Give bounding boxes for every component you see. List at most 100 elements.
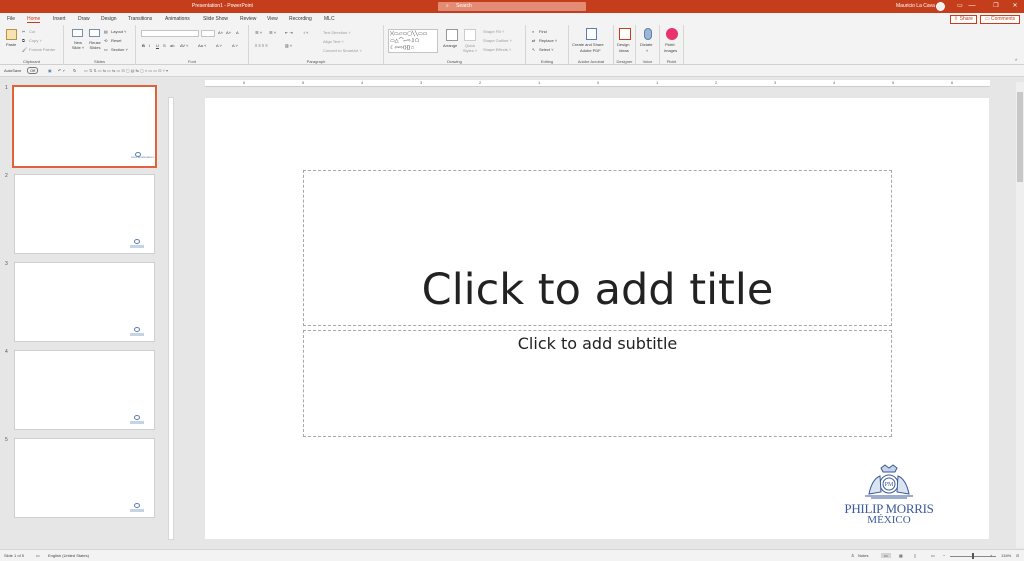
replace-icon[interactable]: ⇄ bbox=[532, 38, 535, 43]
new-slide-icon[interactable] bbox=[72, 29, 83, 37]
slide-thumbnail[interactable] bbox=[14, 174, 155, 254]
save-icon[interactable]: ▣ bbox=[48, 68, 52, 73]
font-size-select[interactable] bbox=[201, 30, 215, 37]
zoom-out-button[interactable]: − bbox=[943, 553, 945, 558]
paintbrush-icon[interactable]: 🖌 bbox=[22, 47, 27, 52]
subtitle-placeholder[interactable]: Click to add subtitle bbox=[303, 330, 892, 437]
paste-button[interactable]: Paste bbox=[6, 42, 16, 47]
undo-icon[interactable]: ↶ ˅ bbox=[58, 68, 65, 73]
tab-view[interactable]: View bbox=[267, 16, 278, 22]
paste-icon[interactable] bbox=[6, 29, 17, 40]
design-ideas-icon[interactable] bbox=[619, 28, 631, 40]
arrange-icon[interactable] bbox=[446, 29, 458, 41]
slide-thumbnail[interactable] bbox=[14, 350, 155, 430]
notes-icon[interactable]: ≙ bbox=[851, 553, 854, 558]
arrange-button[interactable]: Arrange bbox=[443, 43, 457, 48]
pickit-images-button[interactable]: Pickit bbox=[665, 42, 675, 47]
numbering-icon[interactable]: ☰ ˅ bbox=[269, 30, 276, 35]
reading-view-icon[interactable]: ▯ bbox=[914, 553, 916, 558]
zoom-slider-thumb[interactable] bbox=[972, 553, 974, 559]
section-button[interactable]: Section ˅ bbox=[111, 47, 128, 52]
pickit-images-button-line2[interactable]: Images bbox=[664, 48, 677, 53]
title-placeholder[interactable]: Click to add title bbox=[303, 170, 892, 326]
text-shadow-button[interactable]: ab bbox=[170, 43, 174, 48]
underline-button[interactable]: U bbox=[156, 43, 159, 48]
tab-mlc[interactable]: MLC bbox=[324, 16, 335, 22]
text-direction-button[interactable]: Text Direction ˅ bbox=[323, 30, 351, 35]
layout-icon[interactable]: ▤ bbox=[104, 29, 108, 34]
collapse-ribbon-icon[interactable]: ˄ bbox=[1015, 57, 1017, 62]
align-text-button[interactable]: Align Text ˅ bbox=[323, 39, 344, 44]
tab-slide-show[interactable]: Slide Show bbox=[203, 16, 228, 22]
reuse-slides-button[interactable]: Reuse Slides bbox=[87, 40, 103, 50]
redo-icon[interactable]: ↻ bbox=[73, 68, 76, 73]
microphone-icon[interactable] bbox=[644, 28, 652, 40]
design-ideas-button[interactable]: Design bbox=[617, 42, 629, 47]
pickit-icon[interactable] bbox=[666, 28, 678, 40]
tab-insert[interactable]: Insert bbox=[53, 16, 66, 22]
scrollbar-thumb[interactable] bbox=[1017, 92, 1023, 182]
smartart-button[interactable]: Convert to SmartArt ˅ bbox=[323, 48, 362, 53]
restore-button[interactable]: ❐ bbox=[989, 2, 1003, 9]
tab-home[interactable]: Home bbox=[27, 16, 41, 23]
reset-icon[interactable]: ⟲ bbox=[104, 38, 107, 43]
language-label[interactable]: English (United States) bbox=[48, 553, 89, 558]
slide-canvas[interactable]: Click to add title Click to add subtitle… bbox=[205, 98, 989, 539]
tab-transitions[interactable]: Transitions bbox=[128, 16, 152, 22]
tab-draw[interactable]: Draw bbox=[78, 16, 90, 22]
italic-button[interactable]: I bbox=[149, 43, 150, 48]
font-name-select[interactable] bbox=[141, 30, 199, 37]
replace-button[interactable]: Replace ˅ bbox=[539, 38, 557, 43]
align-icons[interactable]: ≡ ≡ ≡ ≡ bbox=[255, 43, 268, 48]
columns-icon[interactable]: ▥ ˅ bbox=[285, 43, 292, 48]
normal-view-icon[interactable]: ▭ bbox=[881, 553, 891, 558]
shapes-gallery[interactable]: ⟩⟨▭▱▭▢╲╲▭▭ ▭△⌒⌐⇨⇩⬠ ☾⇦⇨⟨⟩{}☆ bbox=[388, 29, 438, 53]
adobe-pdf-icon[interactable] bbox=[586, 28, 597, 40]
clear-formatting-button[interactable]: A bbox=[236, 30, 239, 35]
reset-button[interactable]: Reset bbox=[111, 38, 121, 43]
character-spacing-button[interactable]: AV ˅ bbox=[180, 43, 189, 48]
shape-effects-button[interactable]: Shape Effects ˅ bbox=[483, 47, 511, 52]
slide-sorter-icon[interactable]: ▦ bbox=[899, 553, 903, 558]
close-button[interactable]: ✕ bbox=[1008, 2, 1022, 9]
line-spacing-icon[interactable]: ↕ ˅ bbox=[303, 30, 308, 35]
autosave-toggle[interactable]: Off bbox=[27, 67, 39, 74]
comments-button[interactable]: ▭ Comments bbox=[980, 15, 1020, 24]
new-slide-button[interactable]: New Slide ˅ bbox=[70, 40, 86, 50]
share-button[interactable]: ⇪ Share bbox=[950, 15, 977, 24]
avatar[interactable] bbox=[936, 2, 945, 11]
qat-customize-icons[interactable]: ▭ ⇅ ⇅ ▭ ⇆ ▭ ⇆ ▭ ⊟ ▢ ▤ ↹ ▢ ⌕ ▭ ▭ ⊡ ˅ ▾ bbox=[84, 68, 168, 73]
quick-styles-icon[interactable] bbox=[464, 29, 476, 41]
select-icon[interactable]: ↖ bbox=[532, 47, 535, 52]
select-button[interactable]: Select ˅ bbox=[539, 47, 554, 52]
reuse-slides-icon[interactable] bbox=[89, 29, 100, 37]
find-button[interactable]: Find bbox=[539, 29, 547, 34]
create-share-pdf-button[interactable]: Create and Share bbox=[572, 42, 604, 47]
shrink-font-button[interactable]: A˅ bbox=[226, 30, 231, 35]
shape-fill-button[interactable]: Shape Fill ˅ bbox=[483, 29, 504, 34]
vertical-scrollbar[interactable] bbox=[1016, 82, 1024, 548]
zoom-in-button[interactable]: + bbox=[990, 553, 992, 558]
copy-icon[interactable]: ⧉ bbox=[22, 38, 25, 43]
user-name[interactable]: Mauricio La Cava bbox=[896, 3, 935, 9]
section-icon[interactable]: ▭ bbox=[104, 47, 108, 52]
notes-button[interactable]: Notes bbox=[858, 553, 868, 558]
tab-design[interactable]: Design bbox=[101, 16, 117, 22]
dictate-dropdown[interactable]: ˅ bbox=[646, 48, 648, 53]
format-painter-button[interactable]: Format Painter bbox=[29, 47, 55, 52]
tab-review[interactable]: Review bbox=[240, 16, 256, 22]
find-icon[interactable]: ⌕ bbox=[532, 29, 534, 34]
strikethrough-button[interactable]: S bbox=[163, 43, 166, 48]
slide-thumbnail[interactable] bbox=[14, 438, 155, 518]
fit-slide-icon[interactable]: ⊡ bbox=[1016, 553, 1019, 558]
design-ideas-button-line2[interactable]: Ideas bbox=[619, 48, 629, 53]
slideshow-icon[interactable]: ▭ bbox=[931, 553, 935, 558]
tab-file[interactable]: File bbox=[7, 16, 15, 22]
font-color-button[interactable]: A ˅ bbox=[232, 43, 238, 48]
scissors-icon[interactable]: ✂ bbox=[22, 29, 25, 34]
slide-thumbnail[interactable] bbox=[14, 262, 155, 342]
copy-button[interactable]: Copy ˅ bbox=[29, 38, 42, 43]
search-box[interactable]: ⌕ Search bbox=[438, 2, 586, 11]
tab-recording[interactable]: Recording bbox=[289, 16, 312, 22]
indent-icon[interactable]: ⇤ ⇥ bbox=[285, 30, 293, 35]
